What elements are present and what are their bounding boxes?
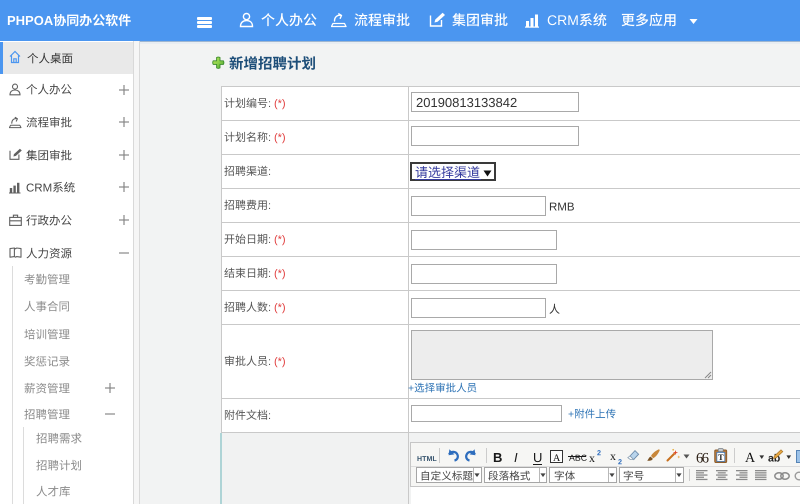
svg-text:T: T xyxy=(718,452,724,462)
